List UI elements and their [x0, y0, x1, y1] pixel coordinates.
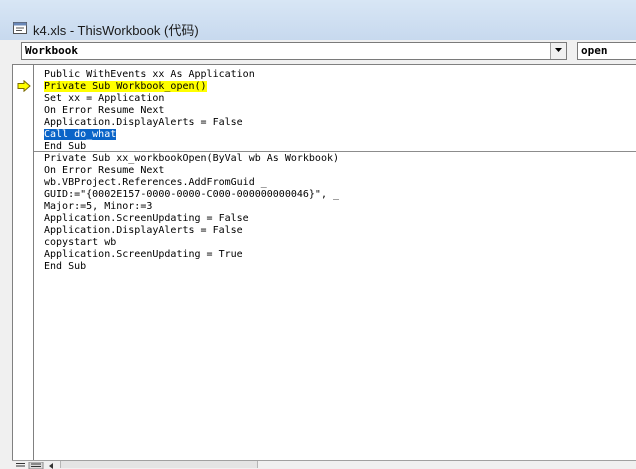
- code-line: Application.ScreenUpdating = True: [44, 249, 243, 260]
- procedure-combobox[interactable]: open: [577, 42, 636, 60]
- procedure-separator: [34, 151, 636, 152]
- code-line: Public WithEvents xx As Application: [44, 69, 255, 80]
- object-combobox-value: Workbook: [25, 44, 78, 57]
- combo-row: Workbook open: [0, 40, 636, 64]
- code-line: On Error Resume Next: [44, 165, 165, 176]
- chevron-down-icon: [555, 48, 562, 52]
- current-line-arrow-icon: [17, 80, 31, 92]
- code-line: Major:=5, Minor:=3: [44, 201, 153, 212]
- margin-indicator-bar[interactable]: [13, 65, 34, 461]
- window-title: k4.xls - ThisWorkbook (代码): [33, 23, 199, 38]
- execution-highlight: Private Sub Workbook_open(): [44, 81, 207, 92]
- code-line-selected: Call do_what: [44, 129, 339, 141]
- code-line: GUID:="{0002E157-0000-0000-C000-00000000…: [44, 189, 340, 200]
- code-line: Private Sub xx_workbookOpen(ByVal wb As …: [44, 153, 340, 164]
- horizontal-scrollbar[interactable]: [60, 461, 258, 468]
- vba-module-icon: [13, 22, 27, 34]
- code-editor[interactable]: Public WithEvents xx As Application Priv…: [12, 64, 636, 461]
- object-dropdown-button[interactable]: [550, 43, 566, 59]
- code-line: wb.VBProject.References.AddFromGuid _: [44, 177, 267, 188]
- selected-text: Call do_what: [44, 129, 117, 140]
- code-line: End Sub: [44, 261, 87, 272]
- code-text[interactable]: Public WithEvents xx As Application Priv…: [44, 69, 339, 273]
- procedure-combobox-value: open: [581, 44, 608, 57]
- procedure-view-icon: [16, 463, 25, 467]
- code-line-current: Private Sub Workbook_open(): [44, 81, 339, 93]
- title-bar: k4.xls - ThisWorkbook (代码): [0, 0, 636, 41]
- code-line: copystart wb: [44, 237, 117, 248]
- object-combobox[interactable]: Workbook: [21, 42, 567, 60]
- code-line: On Error Resume Next: [44, 105, 165, 116]
- code-line: Set xx = Application: [44, 93, 165, 104]
- scroll-left-icon: [49, 463, 53, 469]
- code-line: Application.ScreenUpdating = False: [44, 213, 249, 224]
- code-line: Application.DisplayAlerts = False: [44, 117, 243, 128]
- code-line: Application.DisplayAlerts = False: [44, 225, 243, 236]
